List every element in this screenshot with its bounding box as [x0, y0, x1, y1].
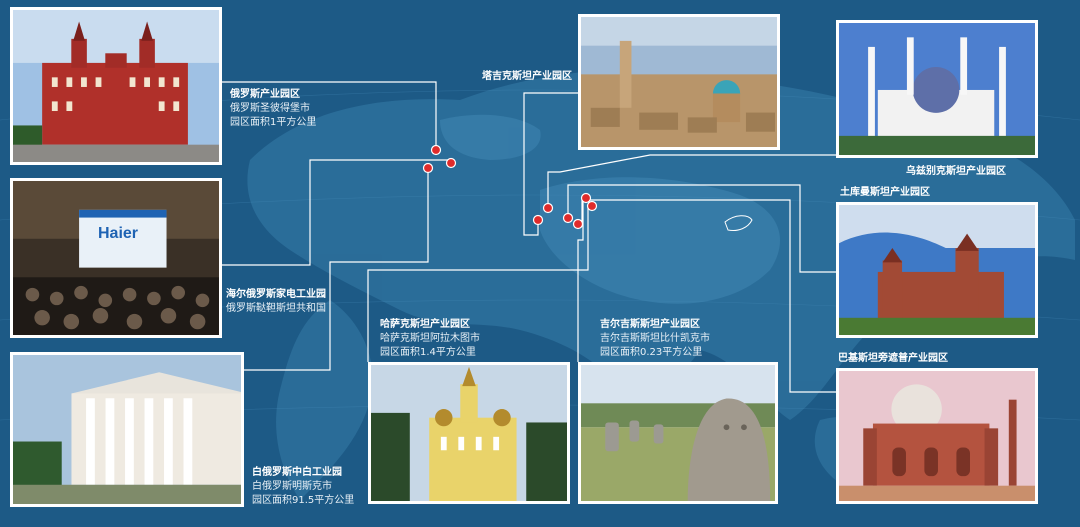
park-title: 海尔俄罗斯家电工业园 — [226, 289, 326, 300]
park-title: 白俄罗斯中白工业园 — [252, 467, 342, 478]
park-title: 巴基斯坦旁遮普产业园区 — [838, 353, 948, 364]
park-label-russia: 俄罗斯产业园区 俄罗斯圣彼得堡市 园区面积1平方公里 — [230, 88, 316, 130]
white-columned-building-photo — [10, 352, 244, 507]
park-location: 吉尔吉斯斯坦比什凯克市 — [600, 333, 710, 344]
park-location: 俄罗斯鞑靼斯坦共和国 — [226, 303, 326, 314]
park-label-uzbek: 乌兹别克斯坦产业园区 — [906, 165, 1006, 179]
haier-event-photo: Haier — [10, 178, 222, 338]
map-infographic: 俄罗斯产业园区 俄罗斯圣彼得堡市 园区面积1平方公里 Haier 海尔俄罗斯家电… — [0, 0, 1080, 527]
stone-statues-photo — [578, 362, 778, 504]
red-brick-castle-photo — [836, 202, 1038, 338]
park-label-haier: 海尔俄罗斯家电工业园 俄罗斯鞑靼斯坦共和国 — [226, 288, 326, 316]
park-area: 园区面积91.5平方公里 — [252, 495, 355, 506]
park-label-pakistan: 巴基斯坦旁遮普产业园区 — [838, 352, 948, 366]
park-area: 园区面积1.4平方公里 — [380, 347, 476, 358]
park-title: 吉尔吉斯斯坦产业园区 — [600, 319, 700, 330]
park-label-tajik: 塔吉克斯坦产业园区 — [482, 70, 572, 84]
park-area: 园区面积1平方公里 — [230, 117, 317, 128]
white-mosque-photo — [836, 20, 1038, 158]
haier-banner-text: Haier — [98, 225, 139, 242]
park-title: 俄罗斯产业园区 — [230, 89, 300, 100]
ascension-cathedral-photo — [368, 362, 570, 504]
park-title: 土库曼斯坦产业园区 — [840, 187, 930, 198]
park-location: 白俄罗斯明斯克市 — [252, 481, 332, 492]
park-location: 哈萨克斯坦阿拉木图市 — [380, 333, 480, 344]
park-label-kyrgyzstan: 吉尔吉斯斯坦产业园区 吉尔吉斯斯坦比什凯克市 园区面积0.23平方公里 — [600, 318, 710, 360]
park-title: 哈萨克斯坦产业园区 — [380, 319, 470, 330]
red-sandstone-mausoleum-photo — [836, 368, 1038, 504]
park-label-turkmen: 土库曼斯坦产业园区 — [840, 186, 930, 200]
park-label-belarus: 白俄罗斯中白工业园 白俄罗斯明斯克市 园区面积91.5平方公里 — [252, 466, 354, 508]
park-title: 塔吉克斯坦产业园区 — [482, 71, 572, 82]
park-area: 园区面积0.23平方公里 — [600, 347, 703, 358]
park-location: 俄罗斯圣彼得堡市 — [230, 103, 310, 114]
park-label-kazakhstan: 哈萨克斯坦产业园区 哈萨克斯坦阿拉木图市 园区面积1.4平方公里 — [380, 318, 480, 360]
khiva-old-town-photo — [578, 14, 780, 150]
park-title: 乌兹别克斯坦产业园区 — [906, 166, 1006, 177]
kremlin-museum-photo — [10, 7, 222, 165]
